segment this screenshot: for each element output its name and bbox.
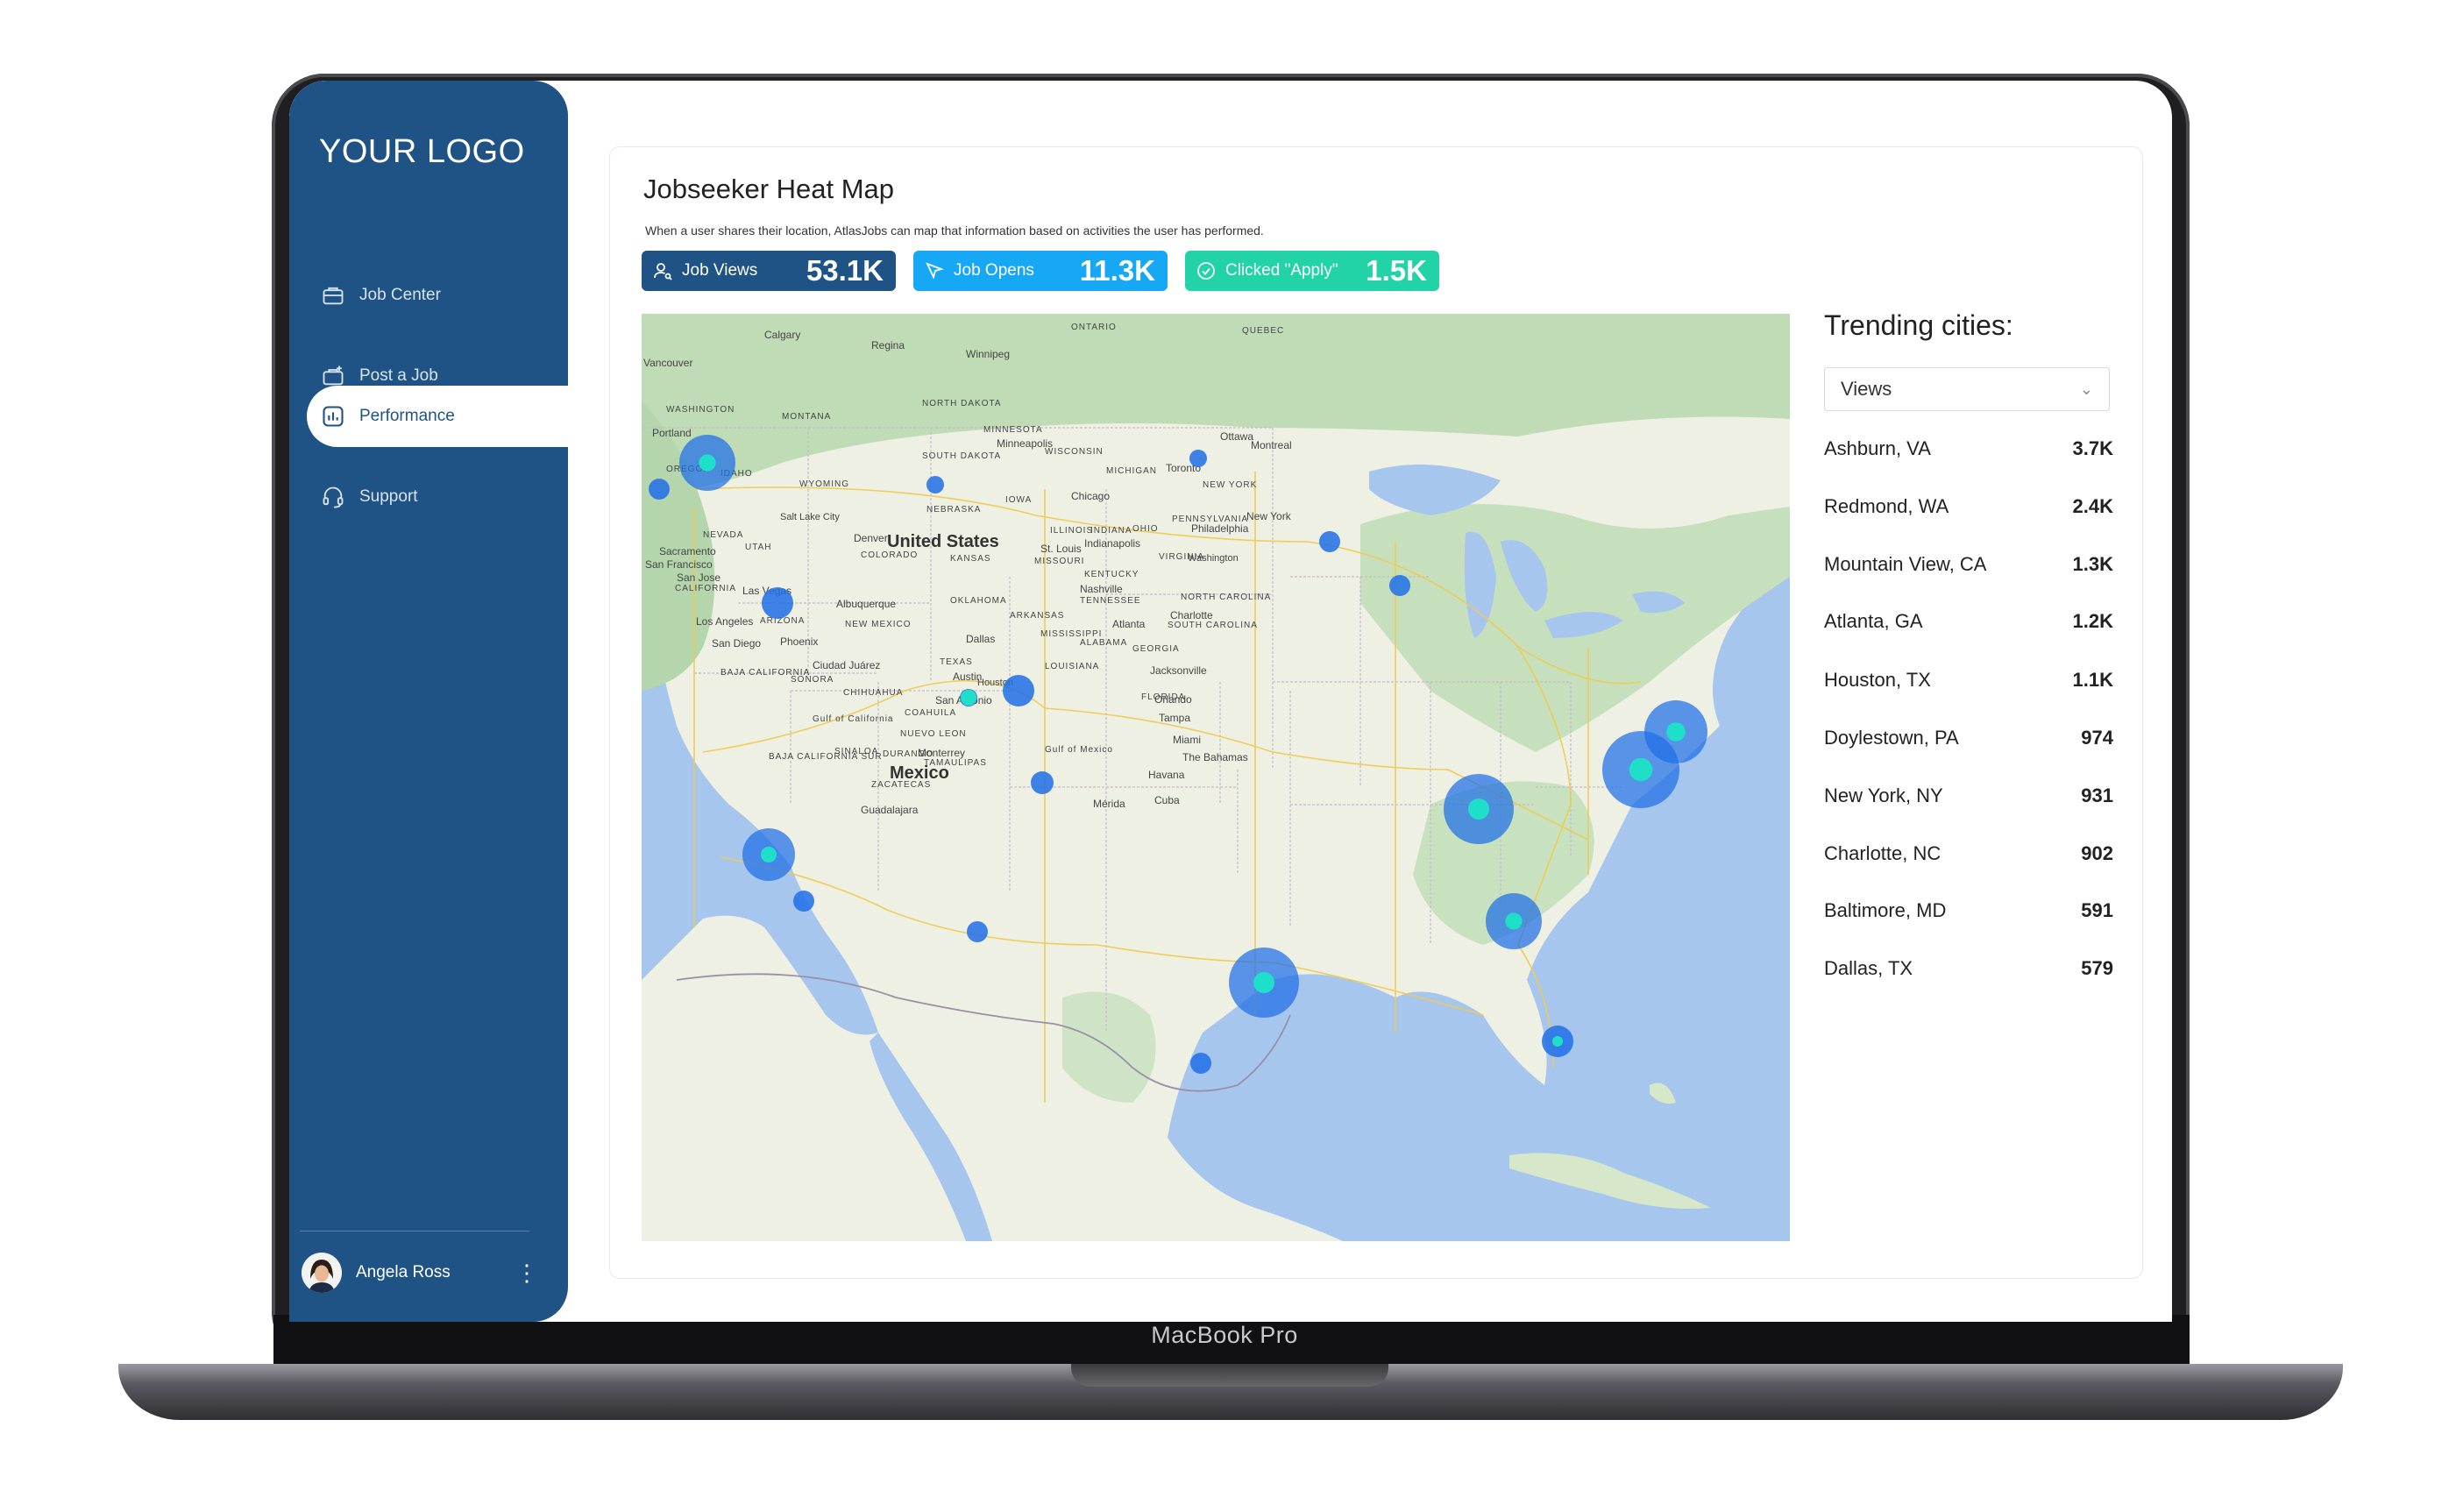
stat-label: Job Opens	[954, 261, 1034, 280]
hotspot-core	[1552, 1036, 1563, 1047]
user-search-icon	[654, 263, 672, 280]
sidebar-item-label: Post a Job	[359, 366, 438, 385]
sidebar-item-support[interactable]: Support	[307, 466, 568, 528]
stat-value: 1.5K	[1366, 254, 1427, 287]
city-name: Doylestown, PA	[1824, 727, 1959, 749]
hotspot[interactable]	[793, 891, 814, 912]
metric-select[interactable]: Views ⌄	[1824, 367, 2110, 411]
hotspot[interactable]	[1003, 675, 1034, 706]
hotspot[interactable]	[1190, 1053, 1211, 1074]
hotspot[interactable]	[926, 476, 944, 493]
user-name: Angela Ross	[356, 1263, 451, 1281]
stat-value: 53.1K	[806, 254, 884, 287]
hotspot-core	[699, 454, 716, 472]
trending-city-row[interactable]: Charlotte, NC 902	[1824, 836, 2113, 871]
hotspot[interactable]	[649, 479, 670, 500]
city-value: 1.3K	[2072, 553, 2113, 575]
page-subtitle: When a user shares their location, Atlas…	[645, 224, 1264, 238]
hotspot[interactable]	[967, 921, 988, 942]
logo[interactable]: YOUR LOGO	[319, 133, 525, 171]
trending-title: Trending cities:	[1824, 309, 2013, 341]
stat-job-views[interactable]: Job Views 53.1K	[642, 251, 896, 291]
city-value: 2.4K	[2072, 495, 2113, 517]
stat-label: Job Views	[682, 261, 758, 280]
briefcase-icon	[323, 287, 344, 305]
device-label: MacBook Pro	[1151, 1322, 1298, 1348]
city-value: 902	[2081, 842, 2113, 864]
trending-city-row[interactable]: Atlanta, GA 1.2K	[1824, 604, 2113, 639]
city-value: 1.2K	[2072, 610, 2113, 632]
trending-city-row[interactable]: Ashburn, VA 3.7K	[1824, 431, 2113, 466]
headset-icon	[323, 486, 344, 508]
city-value: 1.1K	[2072, 669, 2113, 691]
city-value: 931	[2081, 784, 2113, 806]
sidebar-item-label: Job Center	[359, 286, 441, 304]
city-name: Mountain View, CA	[1824, 553, 1987, 575]
city-name: Ashburn, VA	[1824, 437, 1931, 459]
hotspot[interactable]	[1319, 531, 1340, 552]
hotspot-core	[1629, 757, 1653, 782]
trending-city-row[interactable]: Redmond, WA 2.4K	[1824, 489, 2113, 524]
city-name: Atlanta, GA	[1824, 610, 1923, 632]
city-name: Charlotte, NC	[1824, 842, 1941, 864]
city-value: 591	[2081, 899, 2113, 921]
user-profile[interactable]: Angela Ross ⋮	[302, 1248, 556, 1297]
chevron-down-icon: ⌄	[2079, 380, 2093, 398]
city-value: 3.7K	[2072, 437, 2113, 459]
hotspot[interactable]	[1389, 575, 1410, 596]
trending-city-row[interactable]: Baltimore, MD 591	[1824, 893, 2113, 928]
sidebar-item-label: Support	[359, 487, 418, 506]
city-value: 579	[2081, 957, 2113, 979]
heatmap-card: Jobseeker Heat Map When a user shares th…	[609, 146, 2143, 1279]
trending-city-row[interactable]: Mountain View, CA 1.3K	[1824, 547, 2113, 582]
stat-job-opens[interactable]: Job Opens 11.3K	[913, 251, 1168, 291]
avatar	[302, 1253, 342, 1293]
hotspot[interactable]	[1031, 771, 1054, 794]
city-name: Redmond, WA	[1824, 495, 1949, 517]
hotspot-core	[1253, 972, 1274, 993]
sidebar-item-performance[interactable]: Performance	[307, 386, 568, 447]
sidebar-item-job-center[interactable]: Job Center	[307, 265, 568, 326]
metric-select-value: Views	[1841, 378, 1892, 400]
chart-icon	[323, 406, 344, 427]
hotspot-core	[1505, 912, 1523, 930]
hotspot[interactable]	[762, 587, 793, 619]
city-name: New York, NY	[1824, 784, 1943, 806]
stat-label: Clicked "Apply"	[1225, 261, 1338, 280]
check-circle-icon	[1197, 262, 1215, 280]
sidebar-divider	[300, 1231, 529, 1232]
page-title: Jobseeker Heat Map	[643, 174, 895, 204]
hotspot-core	[1666, 722, 1686, 742]
sidebar: YOUR LOGO Job Center Post a Job Performa…	[289, 81, 568, 1322]
city-name: Baltimore, MD	[1824, 899, 1947, 921]
trending-city-row[interactable]: Dallas, TX 579	[1824, 951, 2113, 986]
more-options-icon[interactable]: ⋮	[515, 1261, 538, 1284]
trending-city-row[interactable]: New York, NY 931	[1824, 778, 2113, 813]
trending-city-row[interactable]: Houston, TX 1.1K	[1824, 663, 2113, 698]
city-name: Houston, TX	[1824, 669, 1931, 691]
heat-map[interactable]: United States Mexico Vancouver Calgary R…	[642, 314, 1790, 1241]
hotspot[interactable]	[1189, 450, 1207, 467]
hotspot-core	[961, 690, 976, 706]
trending-city-row[interactable]: Doylestown, PA 974	[1824, 721, 2113, 756]
heatmap-layer	[649, 435, 1707, 1074]
post-job-icon	[323, 366, 344, 386]
stat-value: 11.3K	[1079, 254, 1155, 287]
city-name: Dallas, TX	[1824, 957, 1913, 979]
stat-clicked-apply[interactable]: Clicked "Apply" 1.5K	[1185, 251, 1439, 291]
cursor-icon	[926, 262, 944, 280]
hotspot-core	[1468, 799, 1489, 820]
laptop-notch	[1071, 1364, 1388, 1387]
city-value: 974	[2081, 727, 2113, 749]
hotspot-core	[761, 847, 777, 862]
sidebar-item-label: Performance	[359, 407, 455, 425]
app-screen: YOUR LOGO Job Center Post a Job Performa…	[289, 81, 2172, 1322]
